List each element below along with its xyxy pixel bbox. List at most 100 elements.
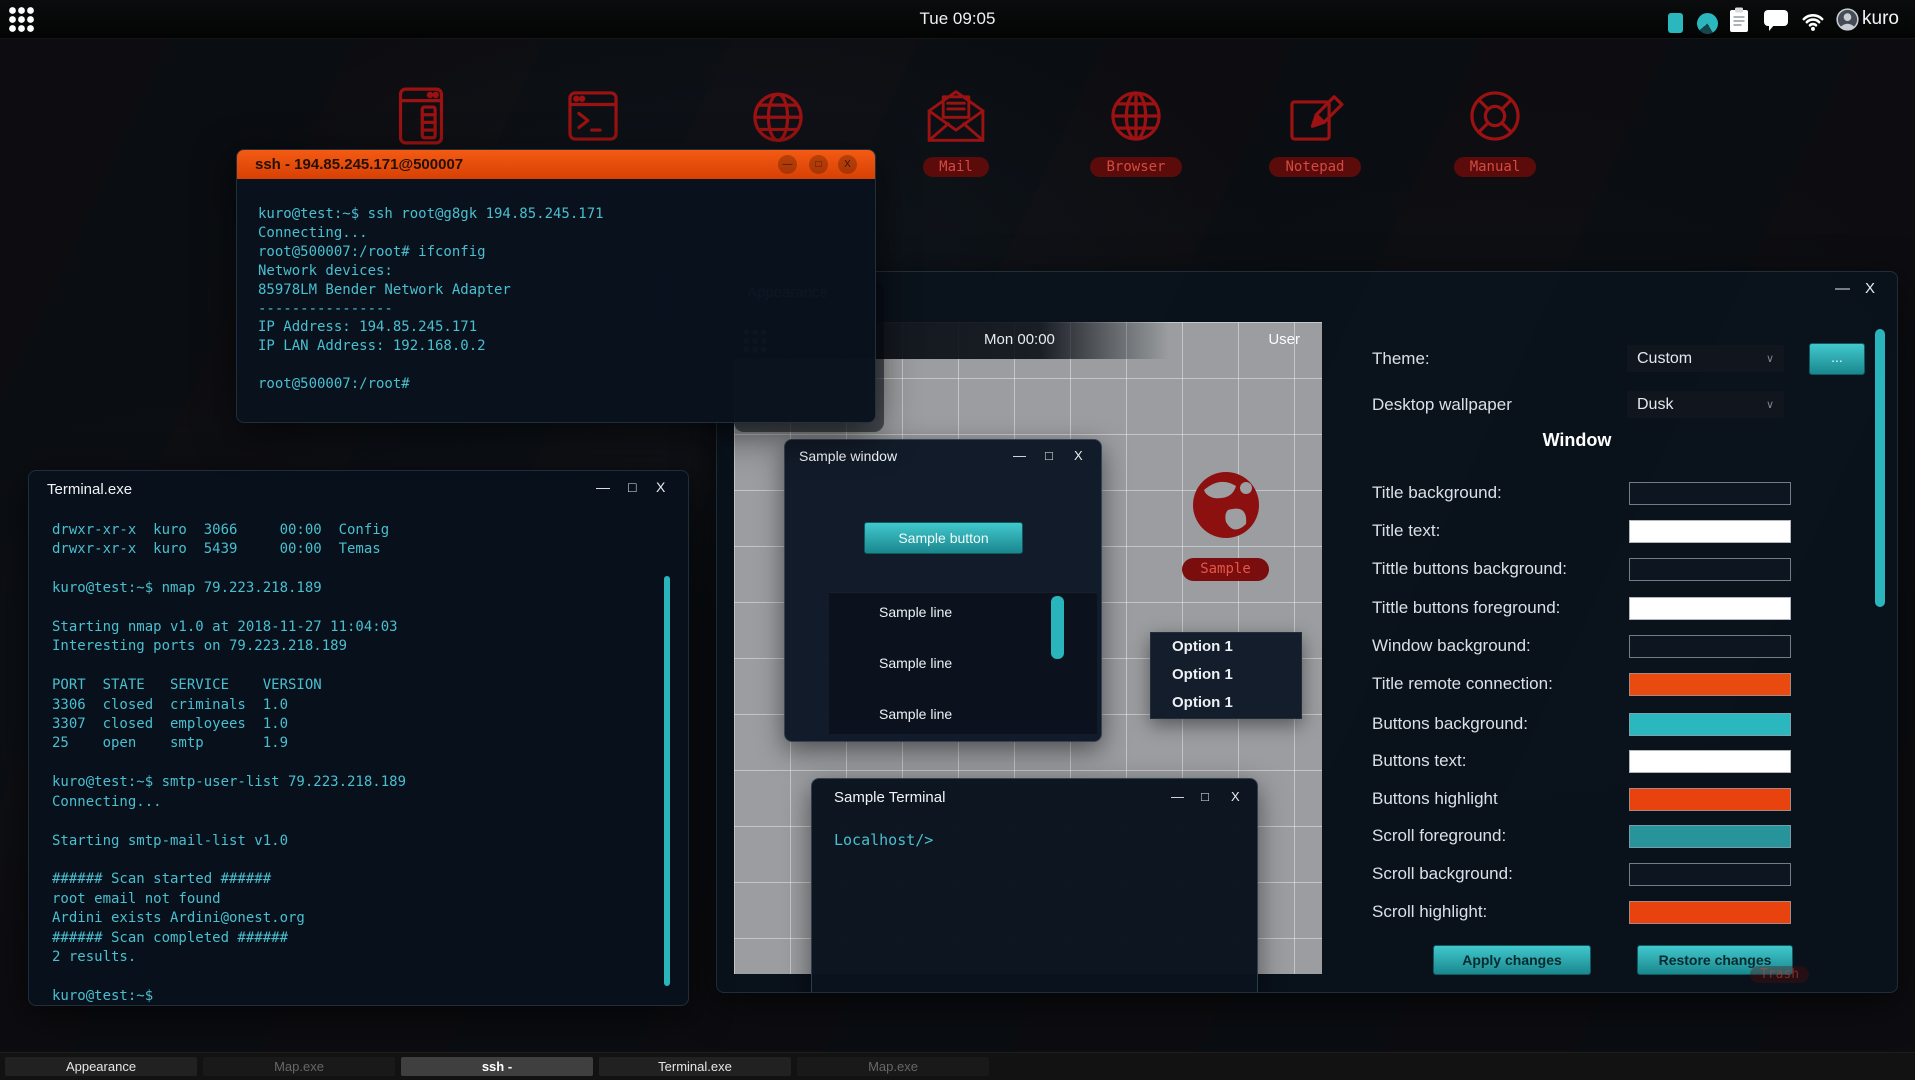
notepad-pencil-icon (1283, 84, 1347, 148)
minimize-icon[interactable]: — (596, 479, 610, 495)
close-icon[interactable]: X (1865, 281, 1875, 297)
ssh-terminal-output[interactable]: kuro@test:~$ ssh root@g8gk 194.85.245.17… (258, 205, 604, 394)
chat-bubble-icon[interactable] (1764, 10, 1788, 32)
app-launcher-icon[interactable] (8, 6, 35, 33)
setting-label-scroll-background: Scroll background: (1372, 863, 1513, 885)
ssh-window: ssh - 194.85.245.171@500007 — □ X kuro@t… (236, 149, 876, 423)
desktop-icon-network[interactable] (708, 84, 848, 148)
setting-label-title-text: Title text: (1372, 520, 1440, 542)
setting-swatch-buttons-text[interactable] (1629, 750, 1791, 773)
setting-swatch-title-text[interactable] (1629, 520, 1791, 543)
desktop-icon-mail[interactable]: Mail (886, 84, 1026, 177)
ssh-title-bar[interactable]: ssh - 194.85.245.171@500007 — □ X (237, 150, 875, 179)
desktop-icon-manual[interactable]: Manual (1425, 84, 1565, 177)
minimize-icon[interactable]: — (778, 155, 797, 174)
clipboard-icon[interactable] (1729, 7, 1749, 33)
maximize-icon[interactable]: □ (628, 479, 636, 495)
setting-swatch-scroll-foreground[interactable] (1629, 825, 1791, 848)
network-globe-icon (746, 84, 810, 148)
wifi-icon[interactable] (1800, 11, 1826, 31)
taskbar-item-appearance[interactable]: Appearance (5, 1057, 197, 1076)
desktop-icon-notepad[interactable]: Notepad (1245, 84, 1385, 177)
minimize-icon[interactable]: — (1835, 281, 1850, 297)
desktop-icon-browser[interactable]: Browser (1066, 84, 1206, 177)
setting-swatch-buttons-background[interactable] (1629, 713, 1791, 736)
maximize-icon: □ (1045, 448, 1053, 464)
wallpaper-label: Desktop wallpaper (1372, 394, 1512, 416)
wallpaper-dropdown-value: Dusk (1637, 396, 1673, 414)
settings-scrollbar-thumb[interactable] (1875, 329, 1885, 607)
preview-menu-option: Option 1 (1151, 633, 1301, 661)
storage-pie-icon[interactable] (1697, 13, 1718, 34)
preview-context-menu: Option 1 Option 1 Option 1 (1150, 632, 1302, 719)
browser-globe-icon (1104, 84, 1168, 148)
close-icon: X (1231, 789, 1240, 805)
minimize-icon: — (1171, 789, 1184, 805)
lifebuoy-icon (1463, 84, 1527, 148)
clock: Tue 09:05 (920, 9, 996, 29)
browse-theme-button[interactable]: ... (1809, 343, 1865, 375)
preview-menu-option: Option 1 (1151, 661, 1301, 689)
theme-dropdown[interactable]: Custom ∨ (1627, 345, 1784, 372)
desktop-icon-terminal[interactable] (523, 84, 663, 148)
desktop-icon-file-manager[interactable] (351, 84, 491, 148)
preview-sample-icon (1190, 468, 1262, 542)
terminal-scrollbar-thumb[interactable] (664, 576, 670, 986)
setting-label-title-remote-connection: Title remote connection: (1372, 673, 1553, 695)
terminal-window-title: Terminal.exe (47, 481, 132, 498)
desktop: Tue 09:05 kuro (0, 0, 1915, 1080)
maximize-icon[interactable]: □ (809, 155, 828, 174)
chevron-down-icon: ∨ (1766, 352, 1774, 365)
preview-sample-icon-label: Sample (1182, 558, 1269, 581)
desktop-icon-label: Browser (1090, 157, 1181, 177)
terminal-icon (561, 84, 625, 148)
theme-label: Theme: (1372, 348, 1430, 370)
theme-dropdown-value: Custom (1637, 350, 1692, 368)
setting-label-buttons-background: Buttons background: (1372, 713, 1528, 735)
preview-user-label: User (1268, 331, 1300, 348)
close-icon: X (1074, 448, 1083, 464)
trash-icon-label: Trash (1750, 966, 1809, 983)
terminal-output[interactable]: drwxr-xr-x kuro 3066 00:00 Config drwxr-… (52, 521, 406, 1006)
preview-scrollbar-thumb (1051, 596, 1064, 659)
username-label: kuro (1862, 8, 1899, 30)
preview-sample-line: Sample line (879, 653, 952, 673)
setting-swatch-title-background[interactable] (1629, 482, 1791, 505)
setting-swatch-title-remote-connection[interactable] (1629, 673, 1791, 696)
desktop-icon-label: Mail (923, 157, 989, 177)
setting-label-scroll-highlight: Scroll highlight: (1372, 901, 1487, 923)
battery-icon[interactable] (1668, 13, 1683, 33)
taskbar: Appearance Map.exe ssh - Terminal.exe Ma… (0, 1052, 1915, 1080)
taskbar-item-ssh[interactable]: ssh - (401, 1057, 593, 1076)
maximize-icon: □ (1201, 789, 1209, 805)
mail-icon (924, 84, 988, 148)
preview-clock: Mon 00:00 (984, 331, 1055, 348)
setting-swatch-buttons-highlight[interactable] (1629, 788, 1791, 811)
apply-changes-button[interactable]: Apply changes (1433, 945, 1591, 975)
setting-label-buttons-highlight: Buttons highlight (1372, 788, 1498, 810)
preview-sample-line: Sample line (879, 602, 952, 622)
preview-menu-option: Option 1 (1151, 689, 1301, 717)
wallpaper-dropdown[interactable]: Dusk ∨ (1627, 391, 1784, 418)
preview-sample-terminal: Sample Terminal — □ X Localhost/> (811, 778, 1258, 993)
setting-label-window-background: Window background: (1372, 635, 1531, 657)
ssh-window-title: ssh - 194.85.245.171@500007 (255, 156, 463, 173)
preview-sample-terminal-title: Sample Terminal (834, 789, 945, 806)
avatar[interactable] (1836, 8, 1859, 31)
setting-label-title-background: Title background: (1372, 482, 1502, 504)
preview-sample-window: Sample window — □ X Sample button Sample… (784, 439, 1102, 742)
setting-swatch-scroll-background[interactable] (1629, 863, 1791, 886)
setting-swatch-window-background[interactable] (1629, 635, 1791, 658)
close-icon[interactable]: X (656, 479, 665, 495)
desktop-icon-label: Notepad (1269, 157, 1360, 177)
setting-swatch-scroll-highlight[interactable] (1629, 901, 1791, 924)
taskbar-item-map-2[interactable]: Map.exe (797, 1057, 989, 1076)
close-icon[interactable]: X (838, 155, 857, 174)
preview-sample-line: Sample line (879, 704, 952, 724)
taskbar-item-map[interactable]: Map.exe (203, 1057, 395, 1076)
file-manager-icon (389, 84, 453, 148)
setting-label-scroll-foreground: Scroll foreground: (1372, 825, 1506, 847)
setting-swatch-title-buttons-foreground[interactable] (1629, 597, 1791, 620)
setting-swatch-title-buttons-background[interactable] (1629, 558, 1791, 581)
taskbar-item-terminal[interactable]: Terminal.exe (599, 1057, 791, 1076)
